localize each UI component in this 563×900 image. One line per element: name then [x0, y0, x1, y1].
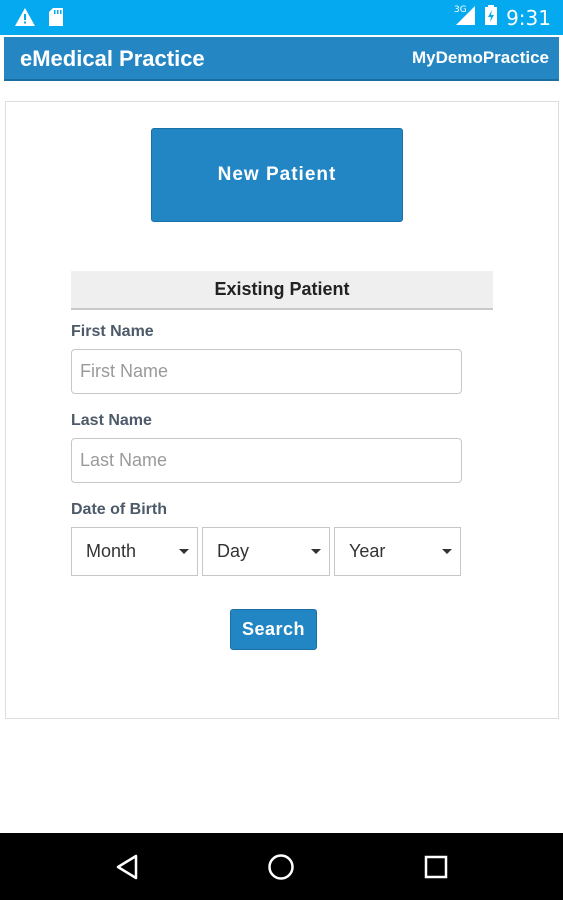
chevron-down-icon	[311, 549, 321, 554]
sd-card-icon	[48, 7, 64, 32]
first-name-label: First Name	[71, 323, 154, 340]
patient-search-card: New Patient Existing Patient First Name …	[5, 101, 559, 719]
last-name-label: Last Name	[71, 412, 152, 429]
chevron-down-icon	[179, 549, 189, 554]
month-select-value: Month	[86, 541, 137, 561]
recents-icon[interactable]	[419, 850, 453, 884]
practice-name[interactable]: MyDemoPractice	[412, 48, 549, 68]
battery-icon	[484, 4, 498, 31]
chevron-down-icon	[442, 549, 452, 554]
existing-patient-heading: Existing Patient	[71, 271, 493, 310]
first-name-input[interactable]	[71, 349, 462, 394]
last-name-input[interactable]	[71, 438, 462, 483]
new-patient-button[interactable]: New Patient	[151, 128, 403, 222]
year-select-value: Year	[349, 541, 386, 561]
back-icon[interactable]	[110, 850, 144, 884]
app-title: eMedical Practice	[20, 46, 205, 71]
signal-icon	[454, 4, 476, 31]
warning-icon	[14, 7, 36, 32]
status-bar: 3G 9:31	[0, 0, 563, 35]
month-select[interactable]: Month	[71, 527, 198, 576]
status-time: 9:31	[506, 5, 551, 30]
home-icon[interactable]	[264, 850, 298, 884]
year-select[interactable]: Year	[334, 527, 461, 576]
app-header: eMedical Practice MyDemoPractice	[4, 37, 559, 81]
date-of-birth-label: Date of Birth	[71, 501, 167, 518]
search-button[interactable]: Search	[230, 609, 317, 650]
navigation-bar	[0, 833, 563, 900]
day-select[interactable]: Day	[202, 527, 330, 576]
day-select-value: Day	[217, 541, 250, 561]
